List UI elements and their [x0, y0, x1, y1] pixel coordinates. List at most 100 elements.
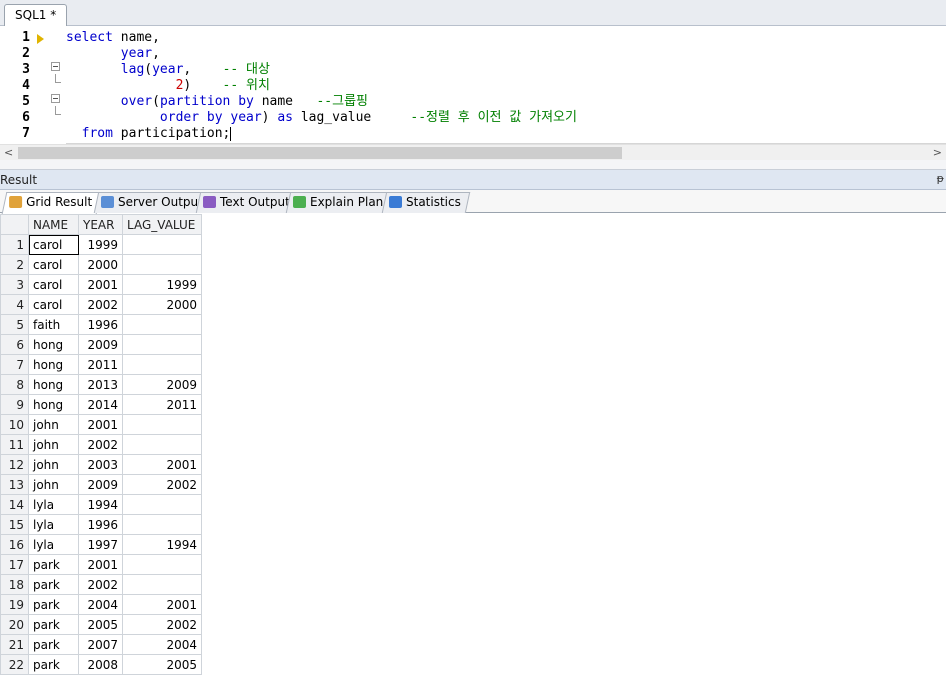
cell-lag-value[interactable]: [122, 554, 202, 575]
code-text[interactable]: 2) -- 위치: [66, 78, 270, 94]
table-row[interactable]: 2 carol 2000: [0, 254, 202, 275]
cell-name[interactable]: park: [28, 654, 79, 675]
cell-year[interactable]: 2013: [78, 374, 123, 395]
table-row[interactable]: 20 park 2005 2002: [0, 614, 202, 635]
cell-lag-value[interactable]: [122, 494, 202, 515]
cell-name[interactable]: hong: [28, 394, 79, 415]
cell-lag-value[interactable]: 2004: [122, 634, 202, 655]
tab-grid-result[interactable]: Grid Result: [1, 192, 102, 214]
cell-lag-value[interactable]: 2009: [122, 374, 202, 395]
code-text[interactable]: select name,: [66, 30, 160, 46]
cell-name[interactable]: carol: [28, 274, 79, 295]
code-line[interactable]: 4 2) -- 위치: [0, 78, 946, 94]
code-line[interactable]: 2 year,: [0, 46, 946, 62]
cell-lag-value[interactable]: [122, 354, 202, 375]
cell-lag-value[interactable]: [122, 234, 202, 255]
table-row[interactable]: 17 park 2001: [0, 554, 202, 575]
result-grid[interactable]: NAME YEAR LAG_VALUE 1 carol 1999 2 carol 2000…: [0, 214, 202, 675]
cell-lag-value[interactable]: [122, 254, 202, 275]
code-text[interactable]: from participation;: [66, 126, 232, 142]
cell-name[interactable]: carol: [28, 254, 79, 275]
table-row[interactable]: 18 park 2002: [0, 574, 202, 595]
cell-name[interactable]: john: [28, 474, 79, 495]
code-line[interactable]: 3 lag(year, -- 대상: [0, 62, 946, 78]
cell-year[interactable]: 1997: [78, 534, 123, 555]
table-row[interactable]: 8 hong 2013 2009: [0, 374, 202, 395]
cell-name[interactable]: hong: [28, 334, 79, 355]
tab-explain-plan[interactable]: Explain Plan: [285, 192, 393, 213]
cell-year[interactable]: 2007: [78, 634, 123, 655]
table-row[interactable]: 3 carol 2001 1999: [0, 274, 202, 295]
column-header-year[interactable]: YEAR: [78, 214, 123, 235]
cell-lag-value[interactable]: [122, 514, 202, 535]
table-row[interactable]: 10 john 2001: [0, 414, 202, 435]
cell-lag-value[interactable]: 2005: [122, 654, 202, 675]
cell-lag-value[interactable]: [122, 574, 202, 595]
sql-editor[interactable]: 1 select name, 2 year, 3 lag(year, -- 대상 4 2…: [0, 26, 946, 144]
code-text[interactable]: over(partition by name --그룹핑: [66, 94, 368, 110]
cell-year[interactable]: 2001: [78, 554, 123, 575]
cell-year[interactable]: 2002: [78, 294, 123, 315]
scroll-left-icon[interactable]: <: [4, 146, 13, 159]
cell-lag-value[interactable]: 2000: [122, 294, 202, 315]
table-row[interactable]: 21 park 2007 2004: [0, 634, 202, 655]
table-row[interactable]: 14 lyla 1994: [0, 494, 202, 515]
cell-year[interactable]: 2011: [78, 354, 123, 375]
cell-year[interactable]: 2002: [78, 434, 123, 455]
cell-lag-value[interactable]: 1994: [122, 534, 202, 555]
code-line[interactable]: 6 order by year) as lag_value --정렬 후 이전 …: [0, 110, 946, 126]
code-line[interactable]: 5 over(partition by name --그룹핑: [0, 94, 946, 110]
table-row[interactable]: 12 john 2003 2001: [0, 454, 202, 475]
cell-year[interactable]: 1996: [78, 514, 123, 535]
table-row[interactable]: 6 hong 2009: [0, 334, 202, 355]
table-row[interactable]: 11 john 2002: [0, 434, 202, 455]
code-text[interactable]: order by year) as lag_value --정렬 후 이전 값 …: [66, 110, 577, 126]
cell-year[interactable]: 2004: [78, 594, 123, 615]
cell-year[interactable]: 2002: [78, 574, 123, 595]
code-line[interactable]: 7 from participation;: [0, 126, 946, 142]
cell-year[interactable]: 2009: [78, 474, 123, 495]
table-row[interactable]: 16 lyla 1997 1994: [0, 534, 202, 555]
tab-text-output[interactable]: Text Output: [195, 192, 300, 213]
cell-name[interactable]: lyla: [28, 494, 79, 515]
tab-statistics[interactable]: Statistics: [381, 192, 471, 213]
cell-name[interactable]: carol: [28, 294, 79, 315]
cell-lag-value[interactable]: [122, 314, 202, 335]
cell-year[interactable]: 1994: [78, 494, 123, 515]
cell-year[interactable]: 2001: [78, 274, 123, 295]
code-text[interactable]: lag(year, -- 대상: [66, 62, 270, 78]
cell-name[interactable]: park: [28, 554, 79, 575]
cell-name[interactable]: john: [28, 454, 79, 475]
cell-name[interactable]: lyla: [28, 514, 79, 535]
table-row[interactable]: 1 carol 1999: [0, 234, 202, 255]
editor-horizontal-scrollbar[interactable]: < >: [0, 144, 946, 160]
cell-year[interactable]: 2009: [78, 334, 123, 355]
cell-name[interactable]: hong: [28, 354, 79, 375]
cell-name[interactable]: lyla: [28, 534, 79, 555]
cell-name[interactable]: park: [28, 574, 79, 595]
cell-lag-value[interactable]: 2002: [122, 474, 202, 495]
cell-lag-value[interactable]: 1999: [122, 274, 202, 295]
cell-year[interactable]: 2003: [78, 454, 123, 475]
cell-name[interactable]: park: [28, 634, 79, 655]
fold-toggle-icon[interactable]: [51, 62, 60, 71]
cell-lag-value[interactable]: 2001: [122, 454, 202, 475]
cell-lag-value[interactable]: 2002: [122, 614, 202, 635]
cell-name[interactable]: john: [28, 434, 79, 455]
scroll-right-icon[interactable]: >: [933, 146, 942, 159]
table-row[interactable]: 22 park 2008 2005: [0, 654, 202, 675]
code-text[interactable]: year,: [66, 46, 160, 62]
tab-sql1[interactable]: SQL1 *: [4, 4, 68, 27]
cell-name[interactable]: park: [28, 614, 79, 635]
cell-year[interactable]: 1996: [78, 314, 123, 335]
fold-toggle-icon[interactable]: [51, 94, 60, 103]
cell-year[interactable]: 2000: [78, 254, 123, 275]
table-row[interactable]: 7 hong 2011: [0, 354, 202, 375]
cell-name[interactable]: faith: [28, 314, 79, 335]
cell-lag-value[interactable]: 2001: [122, 594, 202, 615]
cell-lag-value[interactable]: [122, 414, 202, 435]
panel-splitter[interactable]: [0, 160, 946, 170]
pin-icon[interactable]: ᵽ: [937, 172, 944, 185]
cell-lag-value[interactable]: 2011: [122, 394, 202, 415]
table-row[interactable]: 19 park 2004 2001: [0, 594, 202, 615]
